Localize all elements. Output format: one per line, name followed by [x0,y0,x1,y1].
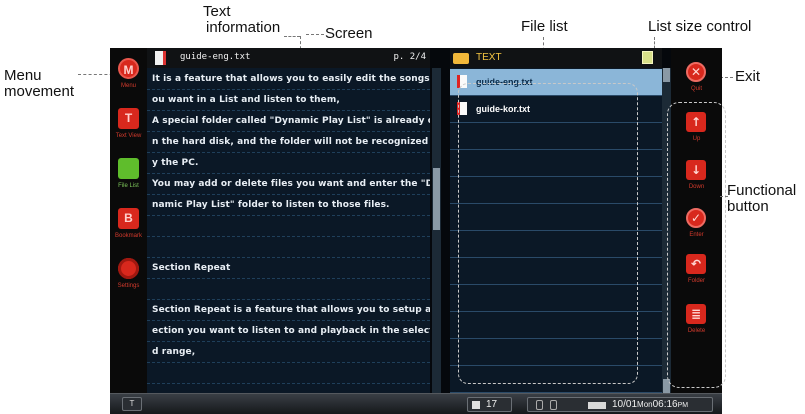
settings-label: Settings [117,283,140,289]
text-content[interactable]: It is a feature that allows you to easil… [147,69,430,384]
annotation-leader [306,34,324,35]
battery-icon [588,402,606,409]
text-line: Section Repeat is a feature that allows … [147,300,430,321]
text-scrollbar[interactable] [432,68,441,393]
menu-label: Menu [120,83,136,89]
device-screen: M Menu T Text View File List B Bookmark … [110,48,722,414]
lock-icon [536,400,543,410]
annotation-leader [720,196,728,197]
text-line: namic Play List" folder to listen to tho… [147,195,430,216]
text-line [147,216,430,237]
page-indicator: p. 2/4 [393,52,426,62]
text-line: ection you want to listen to and playbac… [147,321,430,342]
text-line: n the hard disk, and the folder will not… [147,132,430,153]
text-line: A special folder called "Dynamic Play Li… [147,111,430,132]
text-scrollbar-thumb[interactable] [433,168,440,230]
status-bar: T 17 10/01Mon06:16PM [110,393,722,414]
annotation-file-list-outline [458,83,638,384]
text-line [147,237,430,258]
list-size-control-button[interactable] [642,51,653,64]
close-icon: ✕ [686,62,706,82]
text-line: It is a feature that allows you to easil… [147,69,430,90]
volume-level: 17 [486,399,498,410]
annotation-functional-button-outline [667,102,726,388]
text-line: ou want in a List and listen to them, [147,90,430,111]
annotation-menu-movement: Menu movement [4,67,75,100]
text-line: y the PC. [147,153,430,174]
folder-title: TEXT [476,52,502,63]
text-line: Section Repeat [147,258,430,279]
file-list-scrollbar-up[interactable] [663,68,670,82]
file-list-label: File List [118,183,139,189]
annotation-exit: Exit [735,68,761,85]
text-line [147,279,430,300]
bookmark-label: Bookmark [114,233,142,239]
menu-button[interactable]: M Menu [110,54,147,98]
file-list-button[interactable]: File List [110,154,147,198]
settings-button[interactable]: Settings [110,254,147,298]
folder-icon [118,158,139,179]
speaker-icon [472,401,480,409]
file-list-panel: TEXT guide-eng.txt guide-kor.txt [450,48,662,393]
bookmark-button[interactable]: B Bookmark [110,204,147,248]
text-file-icon [155,51,166,65]
annotation-leader [284,36,300,37]
left-menu-bar: M Menu T Text View File List B Bookmark … [110,48,147,393]
text-line [147,363,430,384]
text-view-panel: guide-eng.txt p. 2/4 It is a feature tha… [147,48,430,393]
text-view-icon: T [118,108,139,129]
folder-icon [453,53,469,64]
text-line: You may add or delete files you want and… [147,174,430,195]
annotation-functional-button: Functional button [727,182,797,215]
annotation-screen: Screen [325,25,373,42]
annotation-list-size-control: List size control [648,18,752,35]
menu-icon: M [118,58,139,79]
annotation-file-list: File list [521,18,568,35]
volume-indicator[interactable]: 17 [467,397,512,412]
file-list-header: TEXT [450,48,662,68]
bookmark-icon: B [118,208,139,229]
text-view-label: Text View [115,133,142,139]
current-file-name: guide-eng.txt [180,52,251,62]
date-time: 10/01Mon06:16PM [612,399,689,410]
quit-label: Quit [690,86,702,92]
hold-icon [550,400,557,410]
text-line: d range, [147,342,430,363]
clock-indicator: 10/01Mon06:16PM [527,397,713,412]
status-menu-button[interactable]: T [122,397,142,411]
annotation-text-information: Text information [203,3,281,36]
text-view-button[interactable]: T Text View [110,104,147,148]
text-information-header: guide-eng.txt p. 2/4 [147,48,430,68]
gear-icon [118,258,139,279]
